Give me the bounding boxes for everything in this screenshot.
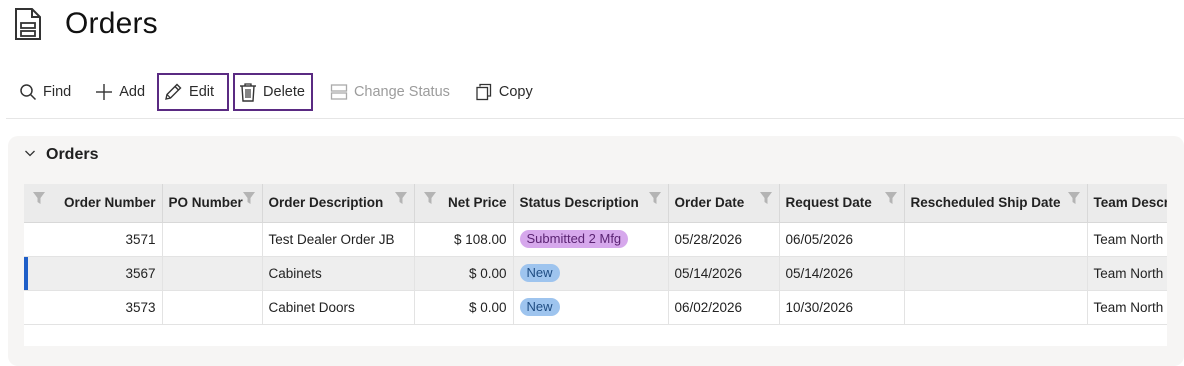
column-header-status-description[interactable]: Status Description (513, 184, 669, 223)
filter-icon[interactable] (759, 191, 773, 208)
column-header-request-date[interactable]: Request Date (779, 184, 905, 223)
cell-net-price: $ 0.00 (414, 256, 514, 291)
cell-po-number (162, 290, 263, 325)
edit-button[interactable]: Edit (157, 73, 230, 111)
cell-rescheduled-ship-date (904, 256, 1088, 291)
change-status-label: Change Status (353, 84, 450, 100)
filter-icon[interactable] (648, 191, 662, 208)
column-label: Request Date (785, 195, 872, 211)
grid-header-row: Order Number PO Number Order Description… (24, 184, 1168, 223)
filter-icon[interactable] (884, 191, 898, 208)
change-status-button[interactable]: Change Status (323, 73, 457, 111)
cell-net-price: $ 0.00 (414, 290, 514, 325)
find-button[interactable]: Find (12, 73, 78, 111)
panel-title: Orders (46, 146, 99, 163)
filter-icon[interactable] (423, 191, 437, 208)
chevron-down-icon[interactable] (24, 146, 36, 164)
table-row-selected[interactable]: 3567 Cabinets $ 0.00 New 05/14/2026 05/1… (24, 256, 1167, 291)
cell-team-description: Team North (1087, 290, 1167, 325)
filter-icon[interactable] (1067, 191, 1081, 208)
cell-po-number (162, 256, 263, 291)
column-header-rescheduled-ship-date[interactable]: Rescheduled Ship Date (904, 184, 1088, 223)
delete-button[interactable]: Delete (233, 73, 313, 111)
column-label: Rescheduled Ship Date (910, 195, 1061, 211)
plus-icon (95, 83, 113, 101)
status-badge: New (519, 264, 560, 282)
cell-order-number: 3567 (24, 256, 163, 291)
table-row[interactable]: 3573 Cabinet Doors $ 0.00 New 06/02/2026… (24, 290, 1167, 325)
cell-status: Submitted 2 Mfg (513, 222, 669, 257)
column-label: Net Price (447, 195, 507, 211)
filter-icon[interactable] (32, 191, 46, 208)
cell-team-description: Team North (1087, 222, 1167, 257)
column-label: Order Date (674, 195, 745, 211)
status-badge: New (519, 298, 560, 316)
copy-button[interactable]: Copy (468, 73, 540, 111)
column-label: PO Number (168, 195, 243, 211)
add-label: Add (119, 84, 146, 100)
cell-order-description: Cabinets (262, 256, 415, 291)
trash-icon (239, 82, 257, 102)
cell-request-date: 06/05/2026 (779, 222, 905, 257)
cell-order-number: 3573 (24, 290, 163, 325)
column-header-po-number[interactable]: PO Number (162, 184, 263, 223)
page-header: Orders (14, 4, 158, 44)
cell-order-date: 05/28/2026 (668, 222, 780, 257)
cell-net-price: $ 108.00 (414, 222, 514, 257)
find-label: Find (43, 84, 72, 100)
cell-status: New (513, 256, 669, 291)
column-label: Team Description (1093, 195, 1168, 211)
cell-team-description: Team North (1087, 256, 1167, 291)
panel-header[interactable]: Orders (24, 144, 98, 166)
edit-label: Edit (189, 84, 215, 100)
document-icon (14, 7, 42, 41)
pencil-icon (163, 82, 183, 102)
cell-request-date: 05/14/2026 (779, 256, 905, 291)
delete-label: Delete (263, 84, 305, 100)
add-button[interactable]: Add (88, 73, 152, 111)
status-badge: Submitted 2 Mfg (519, 230, 629, 248)
status-icon (330, 83, 348, 101)
cell-order-number: 3571 (24, 222, 163, 257)
column-header-order-date[interactable]: Order Date (668, 184, 780, 223)
column-label: Status Description (519, 195, 639, 211)
copy-icon (475, 83, 493, 101)
filter-icon[interactable] (394, 191, 408, 208)
column-header-order-number[interactable]: Order Number (24, 184, 163, 223)
column-header-order-description[interactable]: Order Description (262, 184, 415, 223)
cell-po-number (162, 222, 263, 257)
column-label: Order Description (268, 195, 384, 211)
cell-status: New (513, 290, 669, 325)
cell-rescheduled-ship-date (904, 290, 1088, 325)
cell-order-description: Cabinet Doors (262, 290, 415, 325)
copy-label: Copy (498, 84, 533, 100)
column-header-net-price[interactable]: Net Price (414, 184, 514, 223)
filter-icon[interactable] (242, 191, 256, 208)
cell-request-date: 10/30/2026 (779, 290, 905, 325)
column-header-team-description[interactable]: Team Description (1087, 184, 1168, 223)
cell-order-date: 05/14/2026 (668, 256, 780, 291)
toolbar: Find Add Edit Delete Change Status Copy (12, 72, 540, 112)
search-icon (19, 83, 37, 101)
column-label: Order Number (63, 195, 156, 211)
page-title: Orders (65, 7, 158, 40)
table-row[interactable]: 3571 Test Dealer Order JB $ 108.00 Submi… (24, 222, 1167, 257)
cell-rescheduled-ship-date (904, 222, 1088, 257)
cell-order-description: Test Dealer Order JB (262, 222, 415, 257)
cell-order-date: 06/02/2026 (668, 290, 780, 325)
toolbar-divider (6, 118, 1184, 119)
orders-grid: Order Number PO Number Order Description… (24, 184, 1167, 346)
